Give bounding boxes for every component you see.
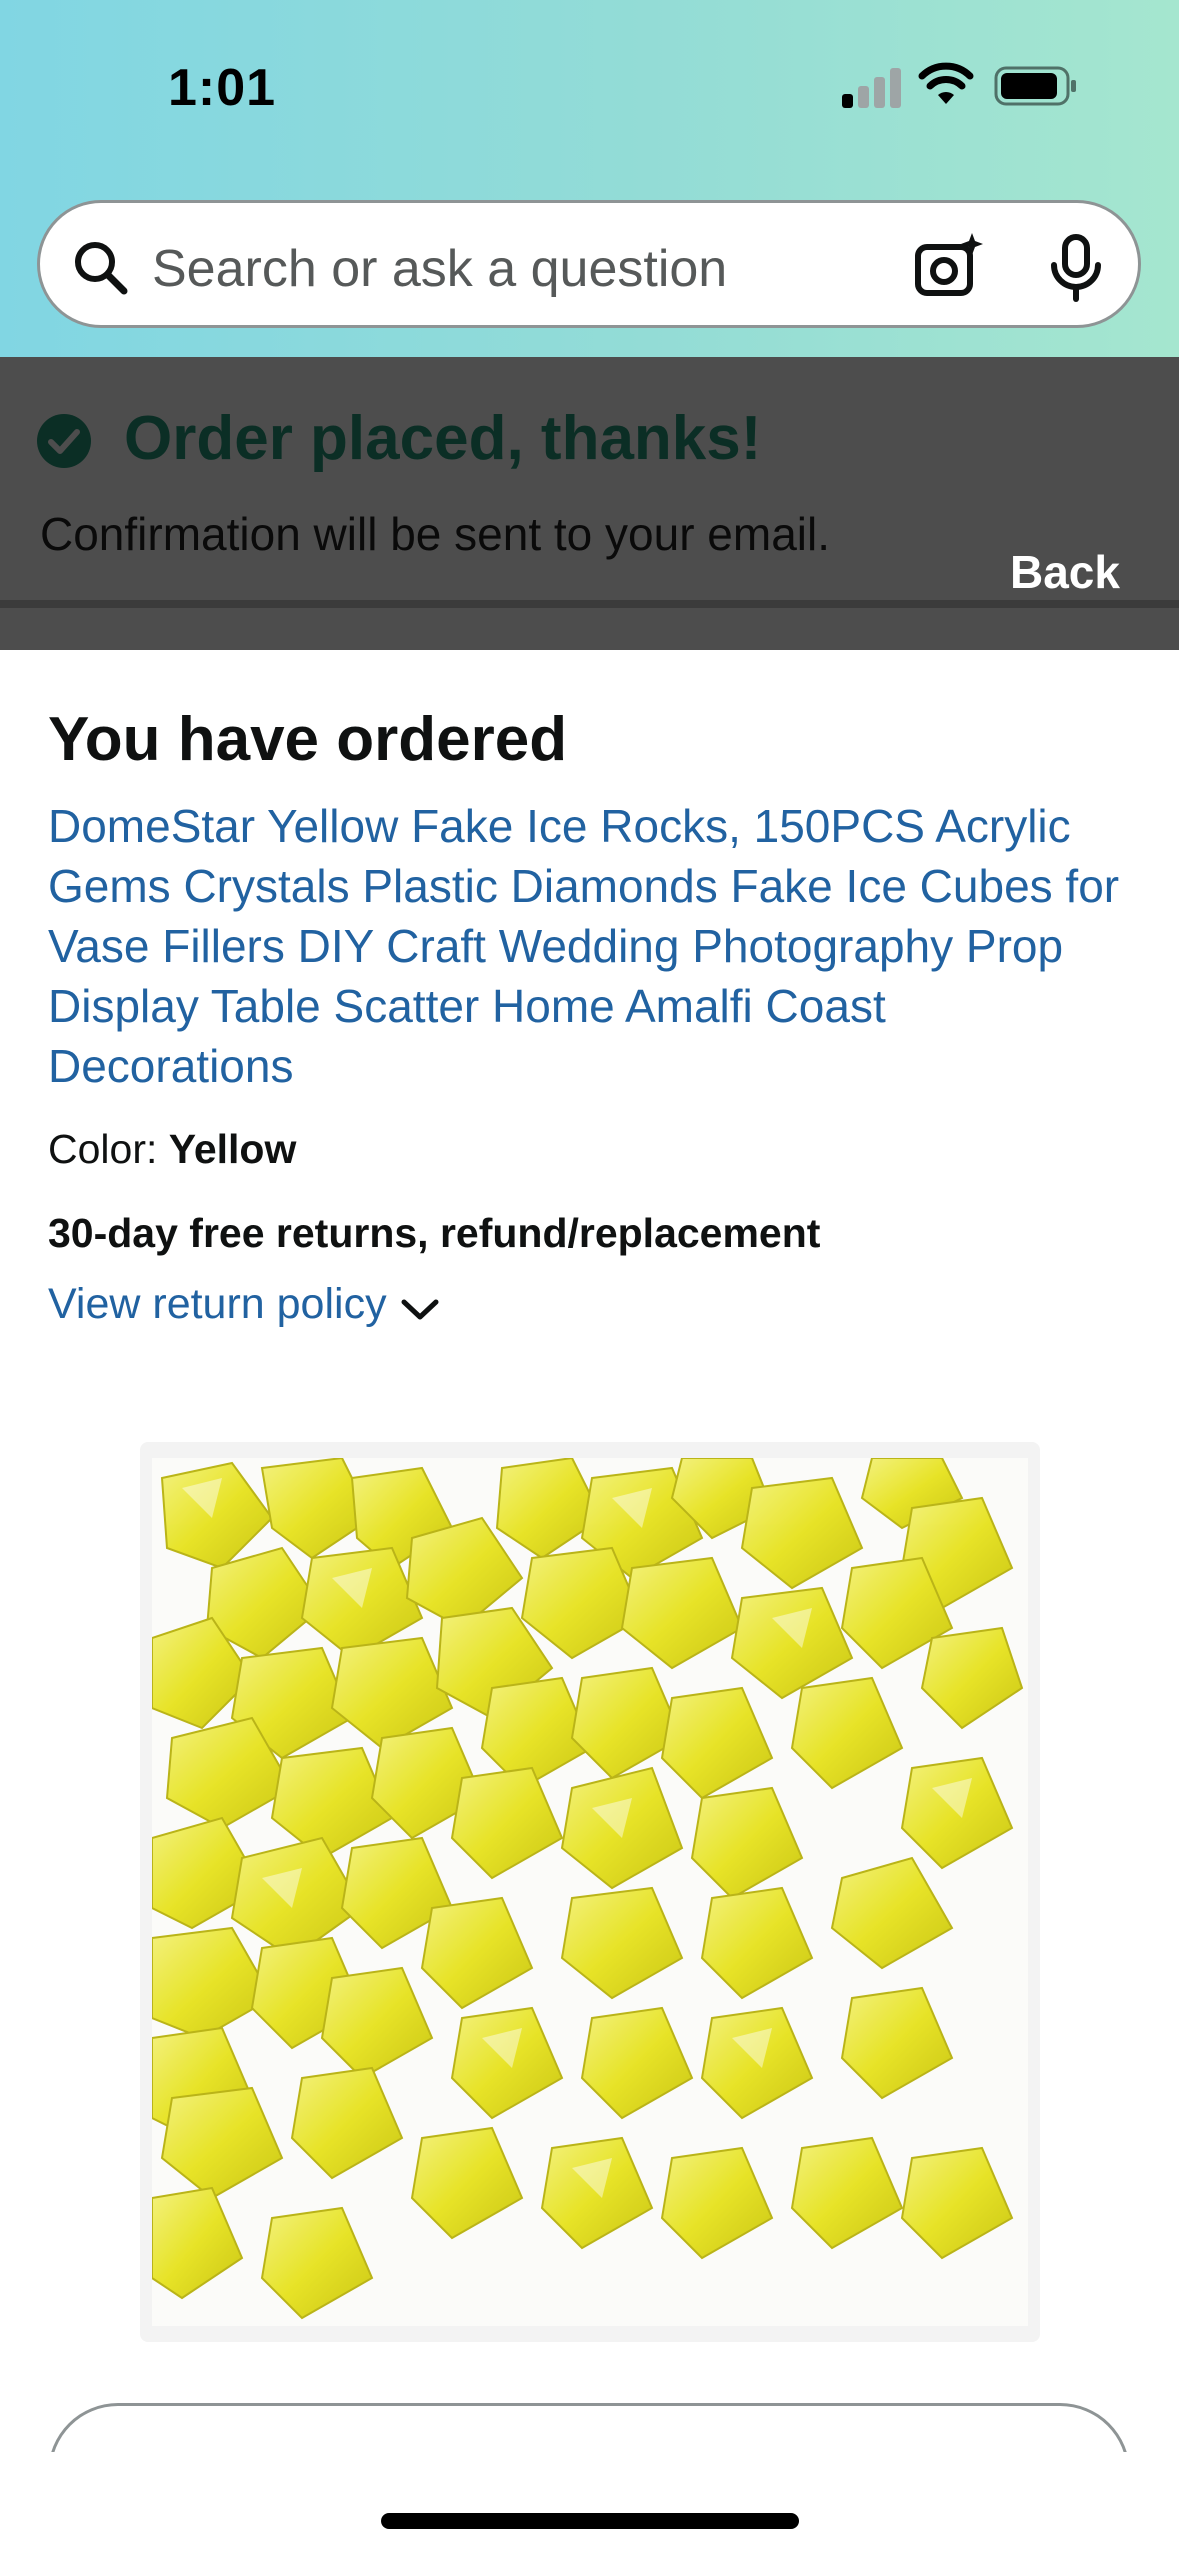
status-time: 1:01 (168, 59, 277, 117)
status-icons (842, 60, 1082, 112)
page-title: You have ordered (48, 705, 568, 774)
product-image (152, 1458, 1028, 2326)
view-return-policy-link[interactable]: View return policy (48, 1280, 441, 1329)
color-label: Color: (48, 1126, 169, 1172)
product-image-container[interactable] (140, 1442, 1040, 2342)
order-confirmation-banner: Order placed, thanks! Confirmation will … (0, 357, 1179, 650)
returns-text: 30-day free returns, refund/replacement (48, 1210, 821, 1256)
check-circle-icon (37, 414, 91, 468)
camera-icon[interactable] (912, 231, 984, 303)
wifi-icon (918, 62, 974, 104)
search-input[interactable]: Search or ask a question (152, 239, 727, 299)
banner-divider (0, 600, 1179, 608)
banner-title: Order placed, thanks! (124, 404, 762, 473)
banner-subtitle: Confirmation will be sent to your email. (40, 508, 830, 560)
back-button[interactable]: Back (1010, 545, 1120, 599)
search-bar[interactable]: Search or ask a question (37, 200, 1141, 328)
home-indicator[interactable] (381, 2513, 799, 2529)
mic-icon[interactable] (1048, 233, 1104, 303)
color-value: Yellow (168, 1126, 297, 1172)
return-policy-label: View return policy (48, 1280, 387, 1328)
product-title-link[interactable]: DomeStar Yellow Fake Ice Rocks, 150PCS A… (48, 796, 1138, 1096)
bottom-safe-area (0, 2452, 1179, 2556)
search-icon (75, 242, 128, 295)
chevron-down-icon (401, 1299, 439, 1319)
battery-icon (994, 66, 1076, 106)
app-header: 1:01 Search or ask a question (0, 0, 1179, 357)
signal-icon (842, 64, 902, 108)
color-row: Color: Yellow (48, 1126, 296, 1173)
